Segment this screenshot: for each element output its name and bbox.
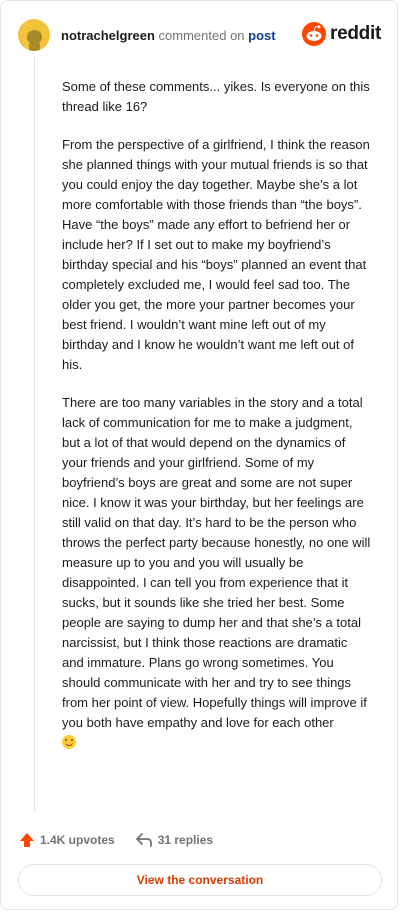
reply-button[interactable]: 31 replies: [135, 832, 213, 848]
username-link[interactable]: notrachelgreen: [61, 28, 155, 43]
comment-meta: notrachelgreen commented on post: [61, 28, 276, 43]
comment-actions: 1.4K upvotes 31 replies: [19, 829, 213, 851]
upvote-count: 1.4K upvotes: [40, 833, 115, 847]
smiling-face-emoji-icon: [62, 735, 76, 749]
comment-header: notrachelgreen commented on post reddit: [18, 18, 381, 52]
thread-line[interactable]: [34, 57, 35, 812]
comment-paragraph-last: There are too many variables in the stor…: [62, 393, 372, 753]
post-link[interactable]: post: [248, 28, 275, 43]
user-avatar[interactable]: [18, 19, 50, 51]
upvote-arrow-icon: [20, 833, 34, 847]
reddit-snoo-icon: [302, 22, 327, 46]
comment-card: notrachelgreen commented on post reddit …: [0, 0, 398, 910]
reddit-logo[interactable]: reddit: [302, 22, 381, 46]
reply-arrow-icon: [135, 833, 152, 847]
snoo-body-icon: [29, 41, 40, 51]
reply-count: 31 replies: [157, 833, 214, 847]
comment-body: Some of these comments... yikes. Is ever…: [62, 77, 372, 771]
upvote-button[interactable]: 1.4K upvotes: [19, 832, 115, 848]
view-conversation-label: View the conversation: [136, 873, 264, 887]
action-text: commented on: [158, 27, 245, 43]
comment-paragraph: From the perspective of a girlfriend, I …: [62, 137, 370, 372]
view-conversation-button[interactable]: View the conversation: [18, 864, 382, 896]
reddit-wordmark: reddit: [330, 23, 381, 44]
comment-paragraph-text: There are too many variables in the stor…: [62, 395, 371, 730]
comment-paragraph: Some of these comments... yikes. Is ever…: [62, 79, 370, 114]
